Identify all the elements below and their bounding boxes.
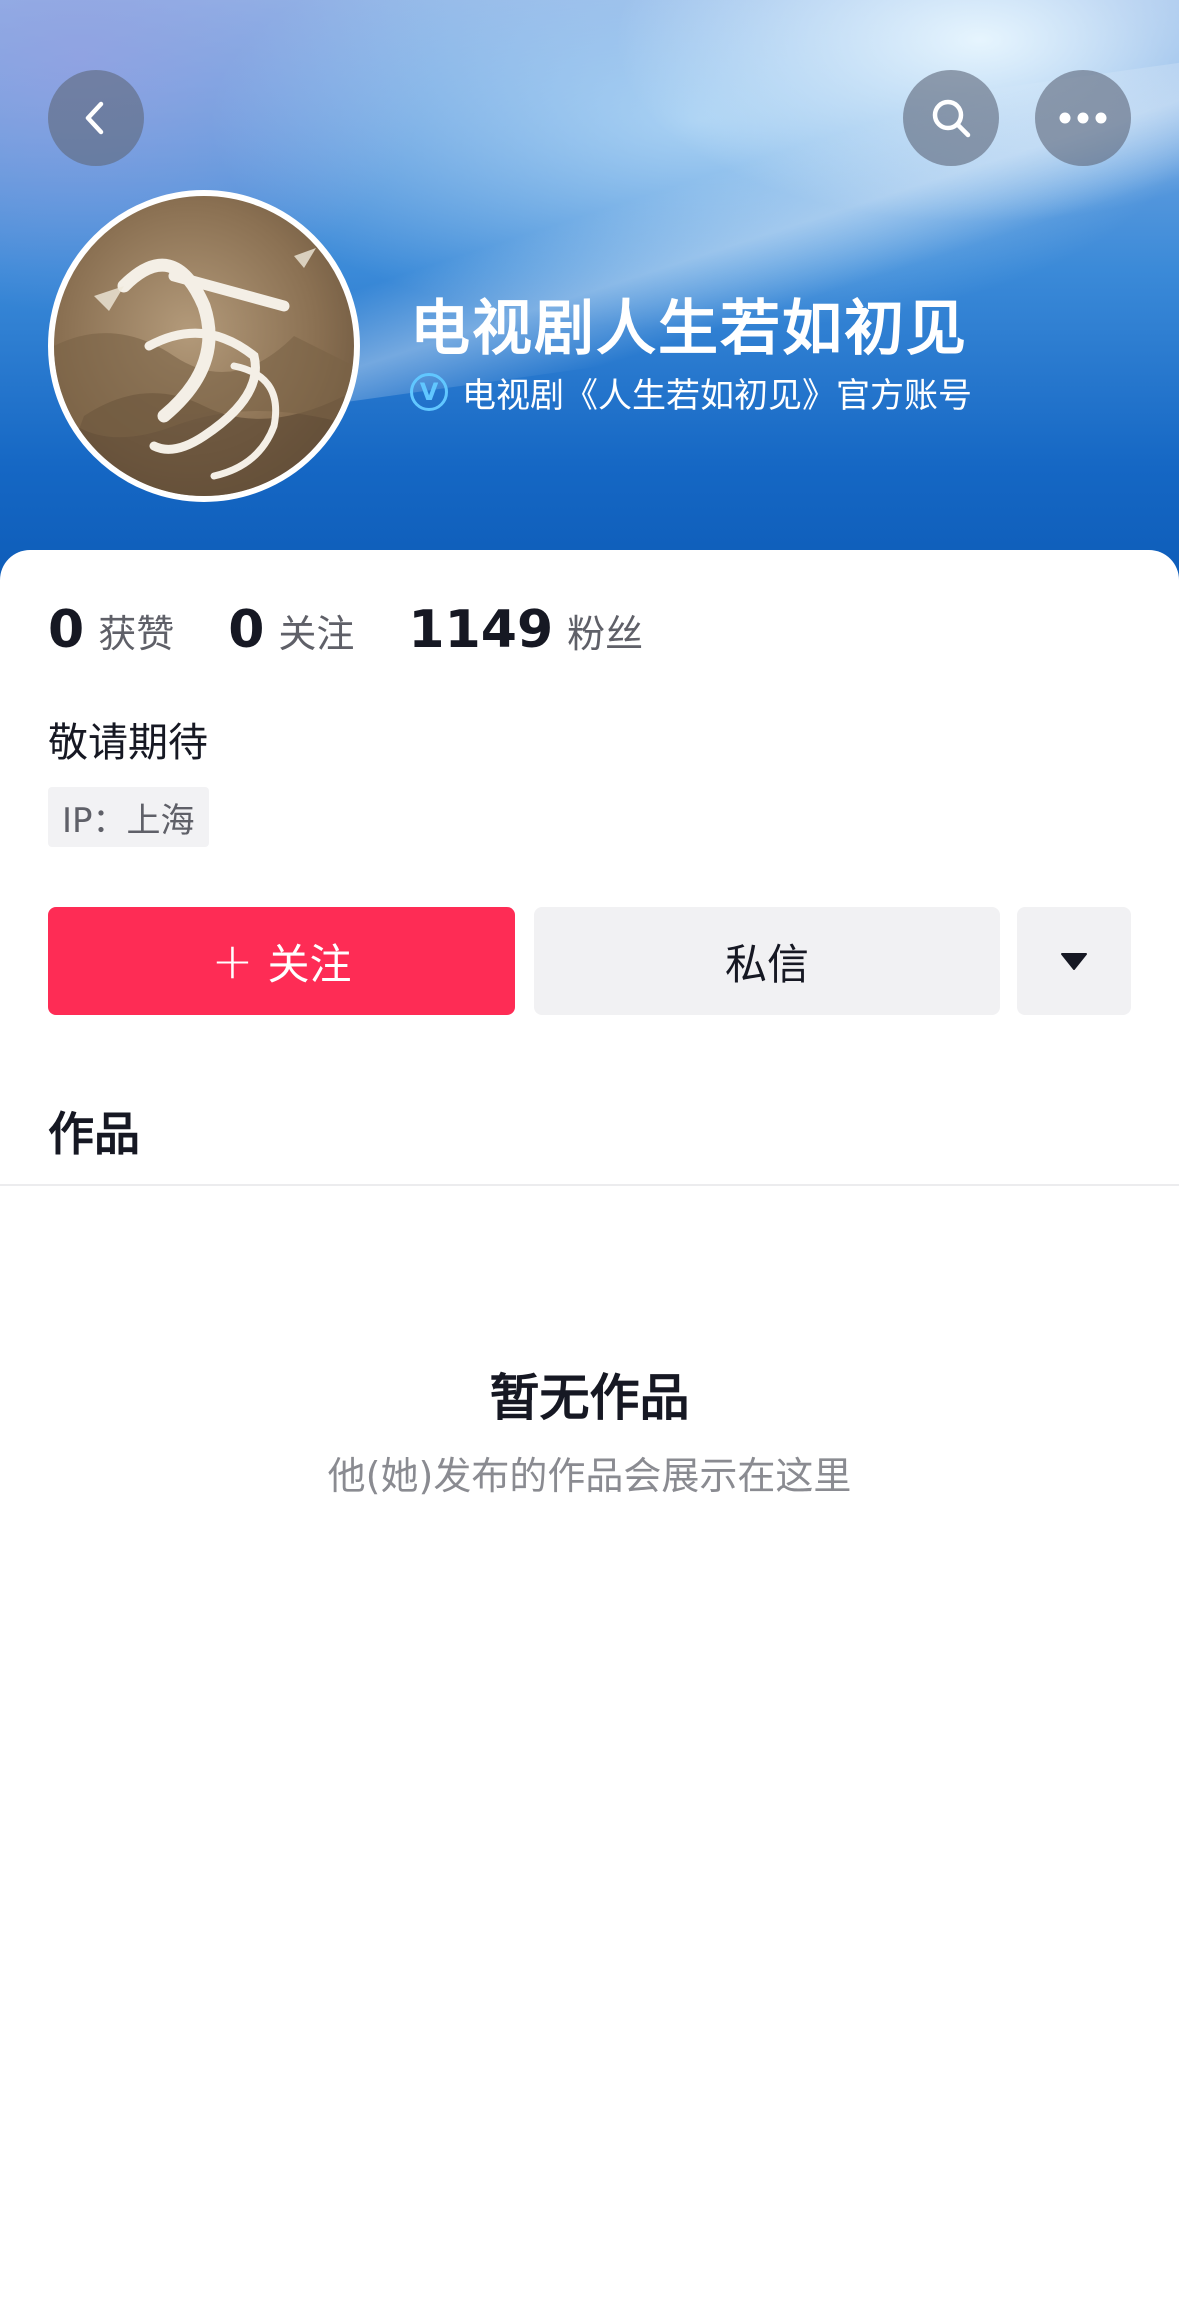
verification-text: 电视剧《人生若如初见》官方账号 — [462, 375, 972, 416]
stat-followers[interactable]: 1149 粉丝 — [408, 600, 643, 660]
stat-following-value: 0 — [228, 600, 265, 660]
search-icon — [932, 99, 971, 138]
more-horizontal-icon — [1059, 112, 1107, 124]
message-button[interactable]: 私信 — [534, 907, 1000, 1015]
stat-likes-label: 获赞 — [98, 612, 175, 656]
back-button[interactable] — [48, 70, 144, 166]
stat-followers-label: 粉丝 — [567, 612, 644, 656]
message-label: 私信 — [724, 939, 809, 989]
search-button[interactable] — [903, 70, 999, 166]
divider — [0, 1184, 1179, 1186]
tab-works[interactable]: 作品 — [48, 1098, 140, 1164]
stat-following-label: 关注 — [278, 612, 355, 656]
plus-icon: + — [211, 932, 254, 990]
profile-name: 电视剧人生若如初见 — [410, 294, 968, 364]
empty-state-title: 暂无作品 — [489, 1369, 690, 1427]
ip-location-tag: IP：上海 — [48, 787, 209, 847]
empty-state-subtitle: 他(她)发布的作品会展示在这里 — [327, 1454, 852, 1498]
follow-label: 关注 — [267, 939, 352, 989]
bio-text: 敬请期待 — [48, 720, 208, 766]
stat-followers-value: 1149 — [408, 600, 554, 660]
avatar[interactable] — [48, 190, 360, 502]
stats-row: 0 获赞 0 关注 1149 粉丝 — [48, 600, 697, 660]
avatar-artwork — [54, 248, 354, 496]
profile-card: 0 获赞 0 关注 1149 粉丝 敬请期待 IP：上海 + 关注 私信 作品 … — [0, 550, 1179, 2311]
verified-icon: V — [410, 373, 448, 411]
more-button[interactable] — [1035, 70, 1131, 166]
stat-following[interactable]: 0 关注 — [228, 600, 354, 660]
caret-down-icon — [1061, 953, 1087, 970]
dropdown-button[interactable] — [1017, 907, 1131, 1015]
follow-button[interactable]: + 关注 — [48, 907, 515, 1015]
stat-likes[interactable]: 0 获赞 — [48, 600, 174, 660]
profile-page: 电视剧人生若如初见 V 电视剧《人生若如初见》官方账号 0 获赞 0 关注 11… — [0, 0, 1179, 2311]
stat-likes-value: 0 — [48, 600, 85, 660]
verification-line: V 电视剧《人生若如初见》官方账号 — [410, 370, 972, 416]
chevron-left-icon — [85, 101, 104, 135]
